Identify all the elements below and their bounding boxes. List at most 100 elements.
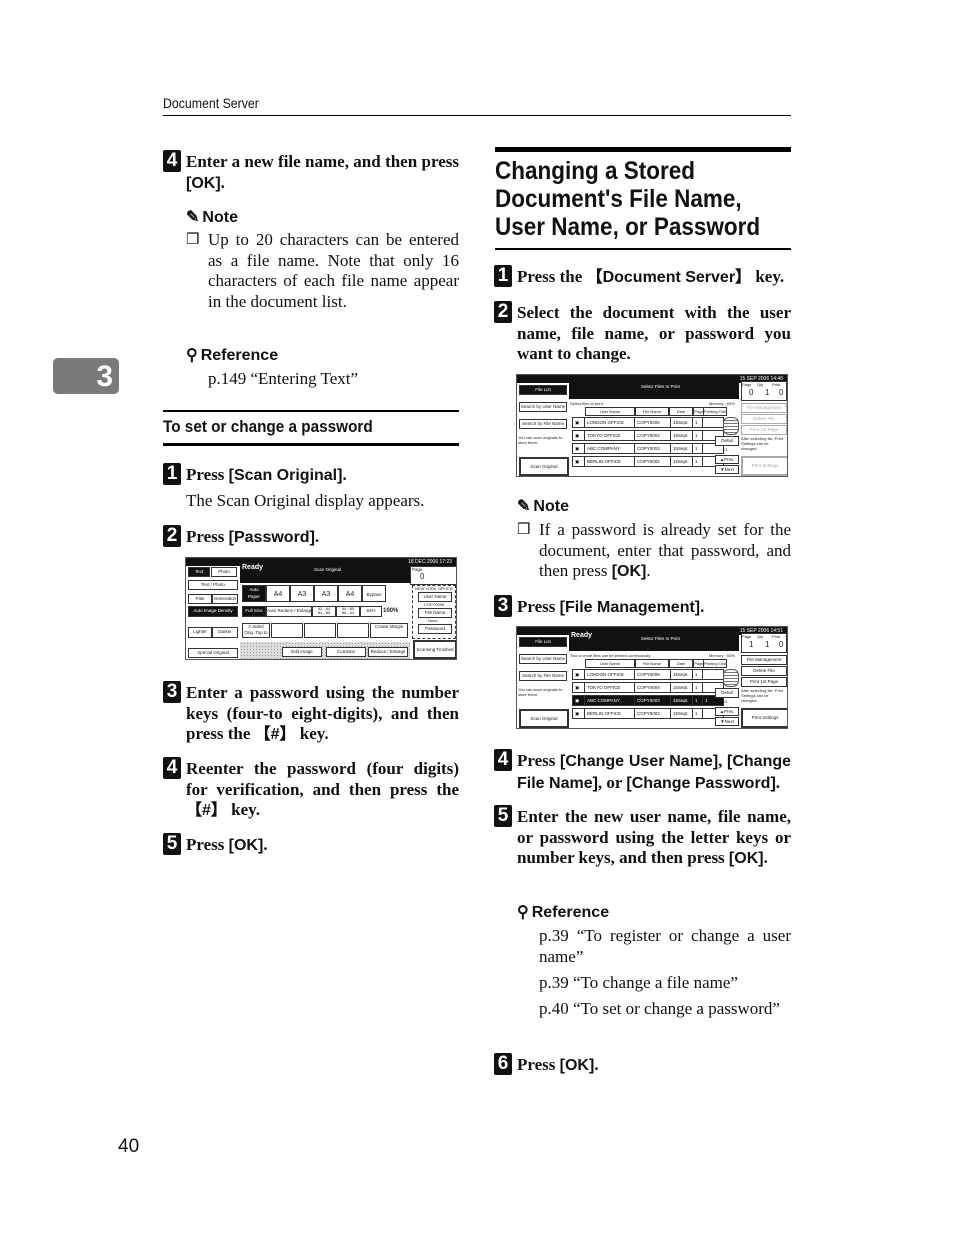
document-icon: ▣	[573, 683, 585, 692]
prev-button[interactable]: ▲Prev.	[715, 455, 739, 464]
ratio-preset-3-button[interactable]: 93%	[360, 606, 382, 617]
section-title: Changing a Stored Document's File Name, …	[495, 157, 761, 241]
detail-button[interactable]: Detail	[715, 436, 739, 446]
magnifier-icon: ⚲	[186, 347, 198, 364]
column-header[interactable]: File Name	[635, 659, 669, 668]
delete-file-button[interactable]: Delete File	[741, 414, 787, 424]
right-note-heading: ✎ Note	[517, 498, 569, 515]
column-header[interactable]: Printing Order	[703, 659, 727, 668]
auto-image-density-button[interactable]: Auto Image Density	[188, 606, 238, 617]
duplex-mode-3-button[interactable]	[337, 623, 369, 638]
ratio-preset-1-button[interactable]: A3→A4 B4→B5	[312, 606, 336, 617]
file-row[interactable]: ▣ LONDON OFFICE COPY0006 15Sept. 1	[572, 417, 724, 428]
tray-3-button[interactable]: A3	[314, 585, 338, 602]
duplex-button[interactable]: 2 Sided Orig. Top to Top	[242, 623, 270, 638]
reference-link[interactable]: p.40 “To set or change a password”	[539, 999, 791, 1020]
file-management-button[interactable]: File Management	[741, 655, 787, 665]
file-row[interactable]: ▣ BERLIN OFFICE COPY0002 15Sept. 1	[572, 456, 724, 467]
column-header[interactable]: User Name	[585, 407, 635, 416]
user-name-button[interactable]: User Name	[418, 592, 452, 602]
detail-button[interactable]: Detail	[715, 688, 739, 698]
search-by-user-name-button[interactable]: Search by User Name	[519, 402, 567, 412]
tray-4-button[interactable]: A4	[338, 585, 362, 602]
page-counter: 1	[749, 640, 754, 649]
step-2-password: 2 Press [Password].	[163, 525, 459, 549]
search-by-user-name-button[interactable]: Search by User Name	[519, 654, 567, 664]
memory-readout: Memory : 93%	[709, 653, 735, 658]
search-by-file-name-button[interactable]: Search by File Name	[519, 671, 567, 681]
file-row[interactable]: ▣ TOKYO OFFICE COPY0004 15Sept. 1	[572, 682, 724, 693]
column-header[interactable]: Date	[669, 659, 693, 668]
ready-status: Ready	[242, 564, 264, 571]
file-list-tab[interactable]: File List	[519, 637, 567, 647]
combine-button[interactable]: Combine	[326, 647, 366, 657]
magnifier-icon: ⚲	[517, 904, 529, 921]
bypass-button[interactable]: Bypass	[362, 585, 386, 602]
file-row[interactable]: ▣ ABC COMPANY COPY0003 15Sept. 1	[572, 443, 724, 454]
special-original-button[interactable]: Special Original	[188, 648, 238, 658]
running-header: Document Server	[163, 95, 259, 111]
note-item: ❒ Up to 20 characters can be entered as …	[186, 230, 459, 311]
text-photo-button[interactable]: Text / Photo	[188, 580, 238, 590]
column-header[interactable]: User Name	[585, 659, 635, 668]
pale-button[interactable]: Pale	[188, 594, 212, 604]
auto-reduce-enlarge-button[interactable]: Auto Reduce / Enlarge	[266, 606, 312, 617]
scan-original-button[interactable]: Scan Original	[519, 709, 569, 728]
subheading: To set or change a password	[163, 417, 373, 436]
file-name-button[interactable]: File Name	[418, 608, 452, 618]
column-header[interactable]: File Name	[635, 407, 669, 416]
file-management-button[interactable]: File Management	[741, 403, 787, 413]
reduce-enlarge-button[interactable]: Reduce / Enlarge	[368, 647, 408, 657]
duplex-mode-2-button[interactable]	[304, 623, 336, 638]
text-mode-button[interactable]: Text	[188, 567, 210, 577]
print-settings-button[interactable]: Print Settings	[741, 708, 787, 728]
file-management-screen: 15 SEP 2006 14:51 Ready Select Files to Pr…	[516, 626, 788, 729]
prev-button[interactable]: ▲Prev.	[715, 707, 739, 716]
note-heading: ✎ Note	[186, 209, 238, 226]
scan-original-screen: 18 DEC 2006 17:23 Ready Scan Original Pa…	[185, 557, 457, 660]
tray-2-button[interactable]: A3	[290, 585, 314, 602]
ratio-preset-2-button[interactable]: A4→B5 B5→A4	[336, 606, 360, 617]
checkbox-bullet-icon: ❒	[517, 522, 531, 538]
file-row[interactable]: ▣ LONDON OFFICE COPY0006 15Sept. 1	[572, 669, 724, 680]
reference-link[interactable]: p.39 “To change a file name”	[539, 973, 791, 994]
column-header[interactable]: Date	[669, 407, 693, 416]
tray-1-button[interactable]: A4	[266, 585, 290, 602]
scan-original-button[interactable]: Scan Original	[519, 457, 569, 476]
subheading-rule-top	[163, 410, 459, 412]
title-rule-top	[495, 147, 791, 152]
reference-link[interactable]: p.149 “Entering Text”	[208, 369, 459, 390]
print-first-page-button[interactable]: Print 1st Page	[741, 677, 787, 687]
step-4-enter-file-name: 4 Enter a new file name, and then press …	[163, 150, 459, 194]
print-counter: 0	[779, 388, 784, 397]
file-row[interactable]: ▣ BERLIN OFFICE COPY0002 15Sept. 1	[572, 708, 724, 719]
scanning-finished-button[interactable]: Scanning Finished	[413, 640, 456, 659]
password-button[interactable]: Password	[418, 624, 452, 634]
reference-link[interactable]: p.39 “To register or change a user name”	[539, 926, 791, 967]
print-first-page-button[interactable]: Print 1st Page	[741, 425, 787, 435]
duplex-mode-1-button[interactable]	[271, 623, 303, 638]
step-3-enter-password: 3 Enter a password using the number keys…	[163, 681, 459, 746]
right-reference-heading: ⚲ Reference	[517, 904, 610, 921]
next-button[interactable]: ▼Next	[715, 465, 739, 474]
create-margin-button[interactable]: Create Margin	[370, 623, 408, 638]
search-by-file-name-button[interactable]: Search by File Name	[519, 419, 567, 429]
darker-button[interactable]: Darker	[212, 627, 238, 638]
lighter-button[interactable]: Lighter	[188, 627, 212, 638]
auto-paper-select-button[interactable]: Auto Paper Select	[242, 585, 266, 602]
delete-file-button[interactable]: Delete File	[741, 666, 787, 676]
photo-mode-button[interactable]: Photo	[211, 567, 237, 577]
print-settings-button[interactable]: Print Settings	[741, 456, 787, 476]
column-header[interactable]: Printing Order	[703, 407, 727, 416]
screen-title: Select Files to Print	[641, 636, 680, 641]
next-button[interactable]: ▼Next	[715, 717, 739, 726]
file-list-tab[interactable]: File List	[519, 385, 567, 395]
document-icon: ▣	[573, 418, 585, 427]
document-icon: ▣	[573, 431, 585, 440]
generation-button[interactable]: Generation	[212, 594, 238, 604]
edit-image-button[interactable]: Edit Image	[282, 647, 322, 657]
full-size-button[interactable]: Full Size	[242, 606, 266, 617]
file-row[interactable]: ▣ TOKYO OFFICE COPY0004 15Sept. 1	[572, 430, 724, 441]
file-row[interactable]: ▣ ABC COMPANY COPY0003 15Sept. 1 1	[572, 695, 724, 706]
right-step-1-document-server: 1 Press the 【Document Server】 key.	[494, 265, 791, 289]
